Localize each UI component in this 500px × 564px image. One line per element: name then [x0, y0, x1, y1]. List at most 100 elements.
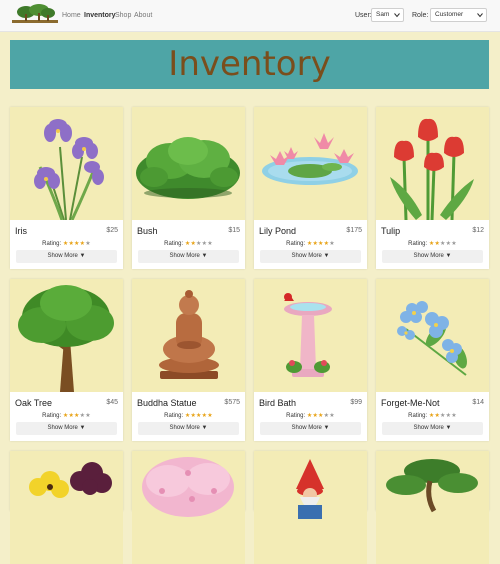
- rating-label: Rating:: [286, 241, 306, 247]
- rating-label: Rating:: [408, 241, 428, 247]
- role-select[interactable]: Customer: [430, 8, 487, 22]
- role-select-value: Customer: [435, 11, 464, 18]
- product-image: [376, 451, 489, 564]
- page-banner: Inventory: [10, 40, 489, 89]
- product-image: [376, 107, 489, 220]
- product-price: $99: [350, 399, 362, 406]
- tree-logo-icon[interactable]: [12, 4, 58, 26]
- show-more-button[interactable]: Show More ▼: [382, 250, 483, 263]
- rating-label: Rating:: [42, 413, 62, 419]
- product-rating: Rating: ★★★★★: [376, 240, 489, 247]
- product-card[interactable]: Forget-Me-Not $14 Rating: ★★★★★ Show Mor…: [376, 279, 489, 441]
- product-image: [10, 107, 123, 220]
- rating-label: Rating:: [164, 413, 184, 419]
- product-card[interactable]: Oak Tree $45 Rating: ★★★★★ Show More ▼: [10, 279, 123, 441]
- star-rating-icon: ★★★★★: [63, 241, 91, 247]
- product-price: $175: [346, 227, 362, 234]
- nav-link-inventory[interactable]: Inventory: [84, 12, 116, 19]
- role-label: Role:: [412, 12, 429, 19]
- star-empty-icon: ★: [451, 413, 457, 419]
- product-card[interactable]: Lily Pond $175 Rating: ★★★★★ Show More ▼: [254, 107, 367, 269]
- product-rating: Rating: ★★★★★: [254, 240, 367, 247]
- product-name: Lily Pond: [259, 226, 297, 236]
- product-name: Buddha Statue: [137, 398, 197, 408]
- product-name: Tulip: [381, 226, 401, 236]
- product-image: [10, 451, 123, 564]
- star-empty-icon: ★: [207, 241, 213, 247]
- product-price: $14: [472, 399, 484, 406]
- forget-me-not-icon: [397, 301, 467, 376]
- product-price: $575: [224, 399, 240, 406]
- star-rating-icon: ★★★★★: [185, 241, 213, 247]
- top-navbar: Home Inventory Shop About User: Sam Role…: [0, 0, 500, 32]
- bird-bath-icon: [284, 293, 332, 377]
- product-card[interactable]: Tulip $12 Rating: ★★★★★ Show More ▼: [376, 107, 489, 269]
- lily-pond-icon: [262, 133, 358, 185]
- nav-link-home[interactable]: Home: [62, 12, 81, 19]
- product-image: [132, 451, 245, 564]
- product-card[interactable]: [132, 451, 245, 564]
- product-card[interactable]: Iris $25 Rating: ★★★★★ Show More ▼: [10, 107, 123, 269]
- star-empty-icon: ★: [329, 413, 335, 419]
- product-rating: Rating: ★★★★★: [10, 412, 123, 419]
- star-empty-icon: ★: [85, 241, 91, 247]
- show-more-button[interactable]: Show More ▼: [16, 422, 117, 435]
- rating-label: Rating:: [164, 241, 184, 247]
- show-more-button[interactable]: Show More ▼: [16, 250, 117, 263]
- product-name: Bird Bath: [259, 398, 297, 408]
- oak-tree-icon: [18, 285, 114, 392]
- star-empty-icon: ★: [329, 241, 335, 247]
- nav-link-shop[interactable]: Shop: [115, 12, 131, 19]
- star-empty-icon: ★: [85, 413, 91, 419]
- show-more-button[interactable]: Show More ▼: [138, 422, 239, 435]
- product-image: [132, 279, 245, 392]
- nav-link-about[interactable]: About: [134, 12, 152, 19]
- product-name: Bush: [137, 226, 158, 236]
- product-card[interactable]: [376, 451, 489, 564]
- bonsai-tree-icon: [386, 459, 478, 513]
- red-tulips-icon: [390, 118, 474, 220]
- chevron-down-icon: [477, 13, 483, 18]
- page-title: Inventory: [168, 44, 331, 84]
- product-image: [254, 451, 367, 564]
- product-rating: Rating: ★★★★★: [132, 412, 245, 419]
- rating-label: Rating:: [286, 413, 306, 419]
- star-filled-icon: ★: [207, 413, 213, 419]
- product-card[interactable]: [10, 451, 123, 564]
- star-rating-icon: ★★★★★: [307, 413, 335, 419]
- buddha-statue-icon: [159, 290, 219, 379]
- star-empty-icon: ★: [451, 241, 457, 247]
- user-select[interactable]: Sam: [371, 8, 404, 22]
- rating-label: Rating:: [408, 413, 428, 419]
- product-image: [376, 279, 489, 392]
- product-card[interactable]: Bush $15 Rating: ★★★★★ Show More ▼: [132, 107, 245, 269]
- product-rating: Rating: ★★★★★: [132, 240, 245, 247]
- product-card[interactable]: Bird Bath $99 Rating: ★★★★★ Show More ▼: [254, 279, 367, 441]
- product-rating: Rating: ★★★★★: [376, 412, 489, 419]
- chevron-down-icon: [394, 13, 400, 18]
- user-label: User:: [355, 12, 372, 19]
- product-price: $15: [228, 227, 240, 234]
- star-rating-icon: ★★★★★: [429, 241, 457, 247]
- cherry-blossom-icon: [142, 457, 234, 517]
- iris-flower-icon: [34, 119, 104, 220]
- star-rating-icon: ★★★★★: [63, 413, 91, 419]
- user-select-value: Sam: [376, 11, 390, 18]
- product-rating: Rating: ★★★★★: [254, 412, 367, 419]
- show-more-button[interactable]: Show More ▼: [138, 250, 239, 263]
- show-more-button[interactable]: Show More ▼: [260, 250, 361, 263]
- product-image: [254, 107, 367, 220]
- rating-label: Rating:: [42, 241, 62, 247]
- product-card[interactable]: [254, 451, 367, 564]
- product-price: $25: [106, 227, 118, 234]
- green-bush-icon: [136, 137, 240, 199]
- product-card[interactable]: Buddha Statue $575 Rating: ★★★★★ Show Mo…: [132, 279, 245, 441]
- star-rating-icon: ★★★★★: [307, 241, 335, 247]
- product-price: $12: [472, 227, 484, 234]
- show-more-button[interactable]: Show More ▼: [382, 422, 483, 435]
- show-more-button[interactable]: Show More ▼: [260, 422, 361, 435]
- pansy-flowers-icon: [29, 462, 112, 498]
- product-name: Forget-Me-Not: [381, 398, 440, 408]
- star-rating-icon: ★★★★★: [185, 413, 213, 419]
- product-image: [132, 107, 245, 220]
